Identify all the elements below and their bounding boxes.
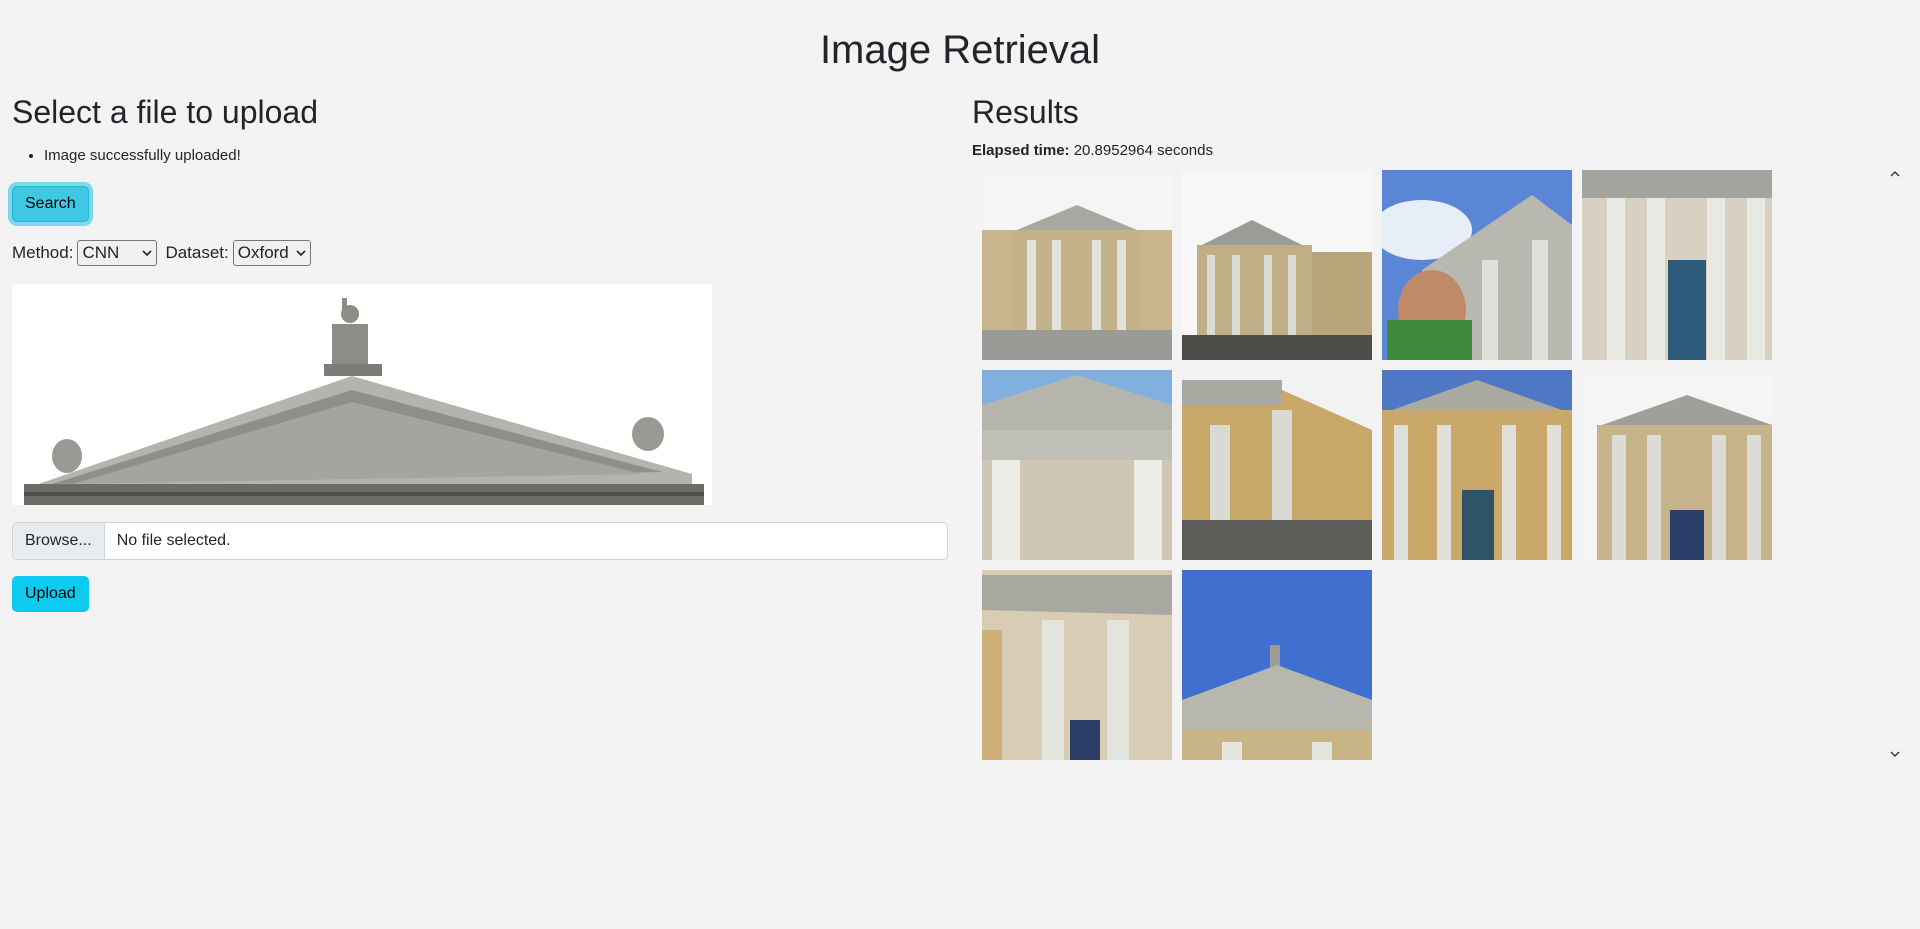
result-image[interactable]	[1582, 370, 1772, 560]
scroll-down-icon[interactable]	[1890, 750, 1900, 758]
elapsed-label: Elapsed time:	[972, 142, 1070, 159]
result-image[interactable]	[1182, 570, 1372, 760]
file-status: No file selected.	[116, 532, 231, 549]
dataset-value: Oxford	[237, 243, 289, 262]
results-scroll-area[interactable]	[972, 170, 1908, 762]
options-row: Method: CNN Dataset: Oxford	[12, 240, 948, 266]
result-image[interactable]	[982, 170, 1172, 360]
dataset-label: Dataset:	[165, 243, 229, 262]
dataset-select[interactable]: Oxford	[232, 240, 311, 266]
browse-button[interactable]: Browse...	[13, 523, 105, 559]
upload-button[interactable]: Upload	[12, 576, 89, 612]
file-input[interactable]: Browse... No file selected.	[12, 522, 948, 560]
flash-messages: Image successfully uploaded!	[12, 146, 948, 166]
result-image[interactable]	[982, 570, 1172, 760]
flash-message: Image successfully uploaded!	[44, 146, 948, 166]
method-value: CNN	[82, 243, 120, 262]
result-image[interactable]	[1582, 170, 1772, 360]
scroll-up-icon[interactable]	[1890, 170, 1900, 178]
result-image[interactable]	[1382, 170, 1572, 360]
result-image[interactable]	[982, 370, 1172, 560]
query-image	[12, 284, 712, 505]
method-label: Method:	[12, 243, 74, 262]
method-select[interactable]: CNN	[77, 240, 158, 266]
chevron-down-icon	[142, 249, 153, 256]
chevron-down-icon	[296, 249, 306, 256]
results-panel: Results Elapsed time: 20.8952964 seconds	[972, 92, 1908, 760]
search-button[interactable]: Search	[12, 186, 89, 222]
results-grid	[982, 170, 1772, 760]
elapsed-value: 20.8952964 seconds	[1073, 142, 1213, 159]
upload-panel: Select a file to upload Image successful…	[12, 92, 948, 612]
page-title: Image Retrieval	[819, 28, 1101, 72]
result-image[interactable]	[1182, 170, 1372, 360]
result-image[interactable]	[1182, 370, 1372, 560]
results-heading: Results	[972, 94, 1079, 130]
elapsed-time: Elapsed time: 20.8952964 seconds	[972, 142, 1908, 159]
upload-heading: Select a file to upload	[12, 94, 318, 130]
result-image[interactable]	[1382, 370, 1572, 560]
